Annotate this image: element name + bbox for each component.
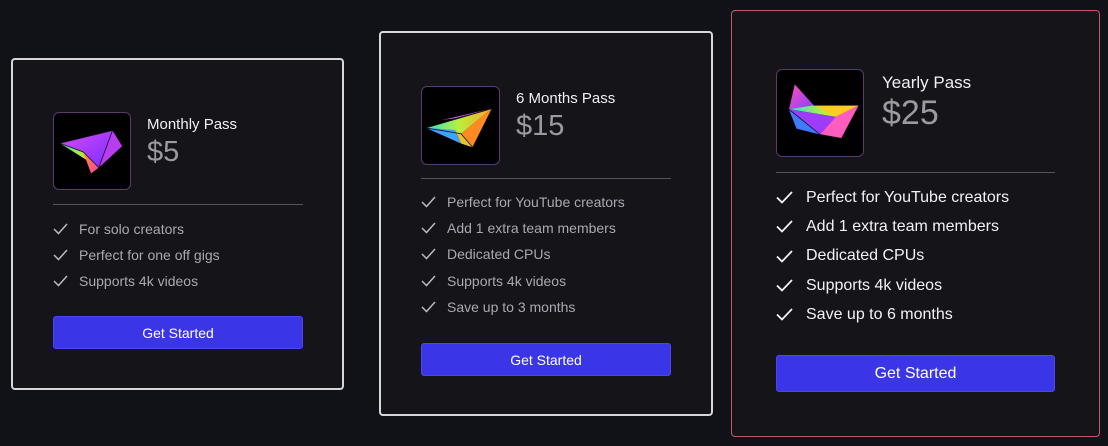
feature-item: Add 1 extra team members — [421, 215, 625, 241]
get-started-button[interactable]: Get Started — [53, 316, 303, 349]
feature-label: Supports 4k videos — [447, 272, 567, 289]
feature-item: Perfect for one off gigs — [53, 242, 220, 268]
feature-label: Save up to 6 months — [806, 305, 953, 323]
get-started-button[interactable]: Get Started — [776, 355, 1055, 392]
feature-item: For solo creators — [53, 216, 220, 242]
check-icon — [776, 279, 806, 292]
plan-logo — [776, 69, 864, 157]
plan-price: $15 — [516, 110, 565, 142]
feature-label: Supports 4k videos — [79, 273, 199, 290]
check-icon — [776, 250, 806, 263]
feature-list: Perfect for YouTube creators Add 1 extra… — [421, 189, 625, 320]
plan-price: $5 — [147, 136, 180, 168]
feature-list: Perfect for YouTube creators Add 1 extra… — [776, 183, 1009, 329]
check-icon — [53, 249, 79, 261]
feature-item: Save up to 6 months — [776, 300, 1009, 329]
paper-plane-logo-icon — [425, 107, 493, 149]
feature-item: Supports 4k videos — [776, 271, 1009, 300]
check-icon — [421, 222, 447, 234]
check-icon — [776, 308, 806, 322]
plan-name: Yearly Pass — [882, 73, 972, 92]
feature-label: Perfect for one off gigs — [79, 247, 220, 264]
feature-label: Perfect for YouTube creators — [447, 194, 625, 211]
feature-item: Perfect for YouTube creators — [776, 183, 1009, 212]
check-icon — [776, 191, 806, 204]
check-icon — [421, 196, 447, 208]
feature-label: Add 1 extra team members — [806, 217, 999, 235]
feature-item: Save up to 3 months — [421, 294, 625, 320]
divider — [53, 204, 303, 205]
check-icon — [421, 275, 447, 287]
check-icon — [53, 275, 79, 288]
feature-item: Supports 4k videos — [421, 268, 625, 294]
feature-label: Add 1 extra team members — [447, 220, 616, 237]
get-started-button[interactable]: Get Started — [421, 343, 671, 376]
paper-plane-logo-icon — [59, 129, 123, 174]
feature-item: Perfect for YouTube creators — [421, 189, 625, 215]
plan-price: $25 — [882, 94, 939, 132]
feature-label: For solo creators — [79, 221, 185, 238]
check-icon — [421, 248, 447, 261]
feature-label: Perfect for YouTube creators — [806, 188, 1010, 206]
plan-name: 6 Months Pass — [516, 90, 616, 107]
feature-list: For solo creators Perfect for one off gi… — [53, 216, 220, 295]
feature-label: Dedicated CPUs — [806, 247, 925, 265]
divider — [776, 172, 1055, 173]
plan-logo — [53, 112, 131, 190]
pricing-card-yearly: Yearly Pass $25 Perfect for YouTube crea… — [731, 10, 1100, 437]
plan-logo — [421, 86, 500, 165]
feature-item: Add 1 extra team members — [776, 212, 1009, 241]
feature-item: Dedicated CPUs — [776, 242, 1009, 271]
paper-plane-logo-icon — [788, 83, 860, 139]
check-icon — [53, 223, 79, 235]
feature-item: Dedicated CPUs — [421, 241, 625, 267]
plan-name: Monthly Pass — [147, 116, 238, 133]
feature-item: Supports 4k videos — [53, 268, 220, 294]
feature-label: Dedicated CPUs — [447, 246, 551, 263]
check-icon — [421, 301, 447, 313]
pricing-card-6-months: 6 Months Pass $15 Perfect for YouTube cr… — [379, 31, 713, 416]
check-icon — [776, 220, 806, 234]
feature-label: Save up to 3 months — [447, 298, 576, 315]
divider — [421, 178, 671, 179]
pricing-card-monthly: Monthly Pass $5 For solo creators Perfec… — [11, 58, 344, 390]
feature-label: Supports 4k videos — [806, 276, 943, 294]
